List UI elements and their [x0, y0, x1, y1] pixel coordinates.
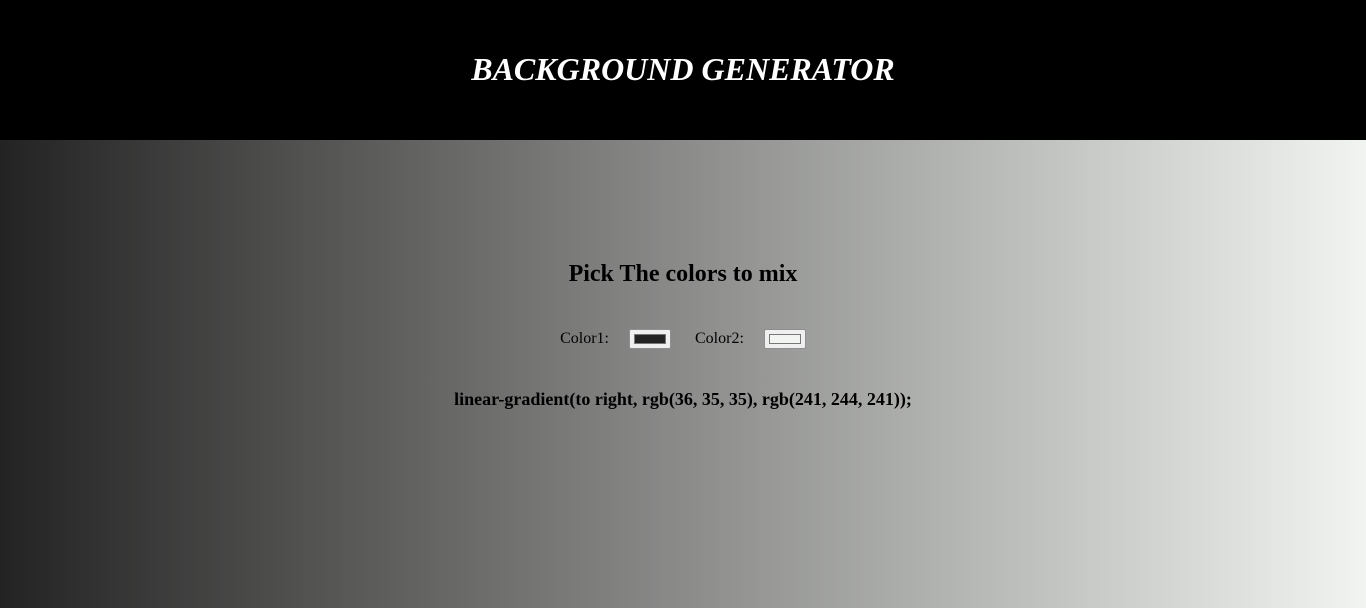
color2-swatch: [768, 334, 801, 344]
header-bar: BACKGROUND GENERATOR: [0, 0, 1366, 140]
gradient-background: Pick The colors to mix Color1: Color2: l…: [0, 140, 1366, 608]
color1-label: Color1:: [560, 330, 609, 347]
color-pickers: Color1: Color2:: [0, 327, 1366, 351]
color2-label: Color2:: [695, 330, 744, 347]
color1-picker[interactable]: [629, 329, 671, 349]
color2-picker[interactable]: [763, 329, 806, 349]
gradient-css-output: linear-gradient(to right, rgb(36, 35, 35…: [454, 389, 912, 409]
app-title: BACKGROUND GENERATOR: [471, 51, 895, 87]
pick-colors-heading: Pick The colors to mix: [568, 261, 798, 287]
color1-swatch: [634, 334, 666, 344]
